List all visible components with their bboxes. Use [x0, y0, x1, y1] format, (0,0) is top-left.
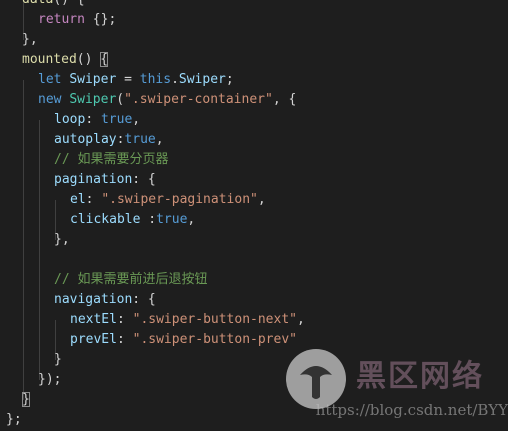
watermark: 黑区网络 https://blog.csdn.net/BYY	[268, 345, 508, 425]
watermark-title: 黑区网络	[356, 359, 484, 394]
code-line[interactable]: return {};	[38, 10, 116, 30]
code-line[interactable]: autoplay:true,	[54, 130, 164, 150]
property: prevEl	[70, 332, 117, 347]
keyword: true	[100, 112, 133, 127]
keyword: this	[139, 72, 172, 87]
comment: // 如果需要分页器	[54, 152, 169, 167]
matched-bracket: {	[100, 52, 109, 67]
indent-guide	[23, 80, 24, 400]
property: nextEl	[70, 312, 117, 327]
keyword: true	[124, 132, 156, 147]
code-line[interactable]: };	[6, 410, 22, 430]
code-line[interactable]: navigation: {	[54, 290, 156, 310]
comment: // 如果需要前进后退按钮	[54, 272, 208, 287]
code-line[interactable]: // 如果需要分页器	[54, 150, 168, 170]
class-name: Swiper	[69, 92, 117, 107]
property: loop	[54, 112, 86, 127]
code-line[interactable]: let Swiper = this.Swiper;	[38, 70, 234, 90]
property: pagination	[54, 172, 133, 187]
code-line[interactable]: }	[22, 390, 30, 410]
keyword: return	[38, 12, 85, 27]
property: autoplay	[54, 132, 117, 147]
keyword: let	[38, 72, 62, 87]
string-literal: ".swiper-container"	[124, 92, 273, 107]
code-line[interactable]: data() {	[22, 0, 85, 10]
code-line[interactable]: nextEl: ".swiper-button-next",	[70, 310, 305, 330]
code-line[interactable]: // 如果需要前进后退按钮	[54, 270, 207, 290]
property: navigation	[54, 292, 133, 307]
code-line[interactable]: });	[38, 370, 61, 390]
code-line[interactable]: },	[22, 30, 38, 50]
code-line[interactable]: clickable :true,	[70, 210, 195, 230]
indent-guide	[39, 120, 40, 380]
watermark-url: https://blog.csdn.net/BYY	[315, 401, 508, 419]
function-name: data	[22, 0, 53, 7]
variable: Swiper	[69, 72, 117, 87]
property: clickable	[70, 212, 141, 227]
matched-bracket: }	[22, 392, 30, 407]
watermark-logo-icon	[286, 349, 346, 409]
keyword: true	[156, 212, 188, 227]
code-line[interactable]: prevEl: ".swiper-button-prev"	[70, 330, 297, 350]
string-literal: ".swiper-pagination"	[101, 192, 258, 207]
code-line[interactable]: pagination: {	[54, 170, 156, 190]
property: el	[70, 192, 86, 207]
property: Swiper	[178, 72, 226, 87]
code-line[interactable]: }	[54, 350, 62, 370]
code-line[interactable]: mounted() {	[22, 50, 109, 70]
string-literal: ".swiper-button-next"	[132, 312, 297, 327]
code-line[interactable]: el: ".swiper-pagination",	[70, 190, 266, 210]
code-line[interactable]: loop: true,	[54, 110, 140, 130]
keyword: new	[38, 92, 62, 107]
function-name: mounted	[22, 52, 77, 67]
code-editor[interactable]: data() { return {}; }, mounted() { let S…	[0, 0, 508, 431]
code-line[interactable]: new Swiper(".swiper-container", {	[38, 90, 296, 110]
code-line[interactable]: },	[54, 230, 70, 250]
